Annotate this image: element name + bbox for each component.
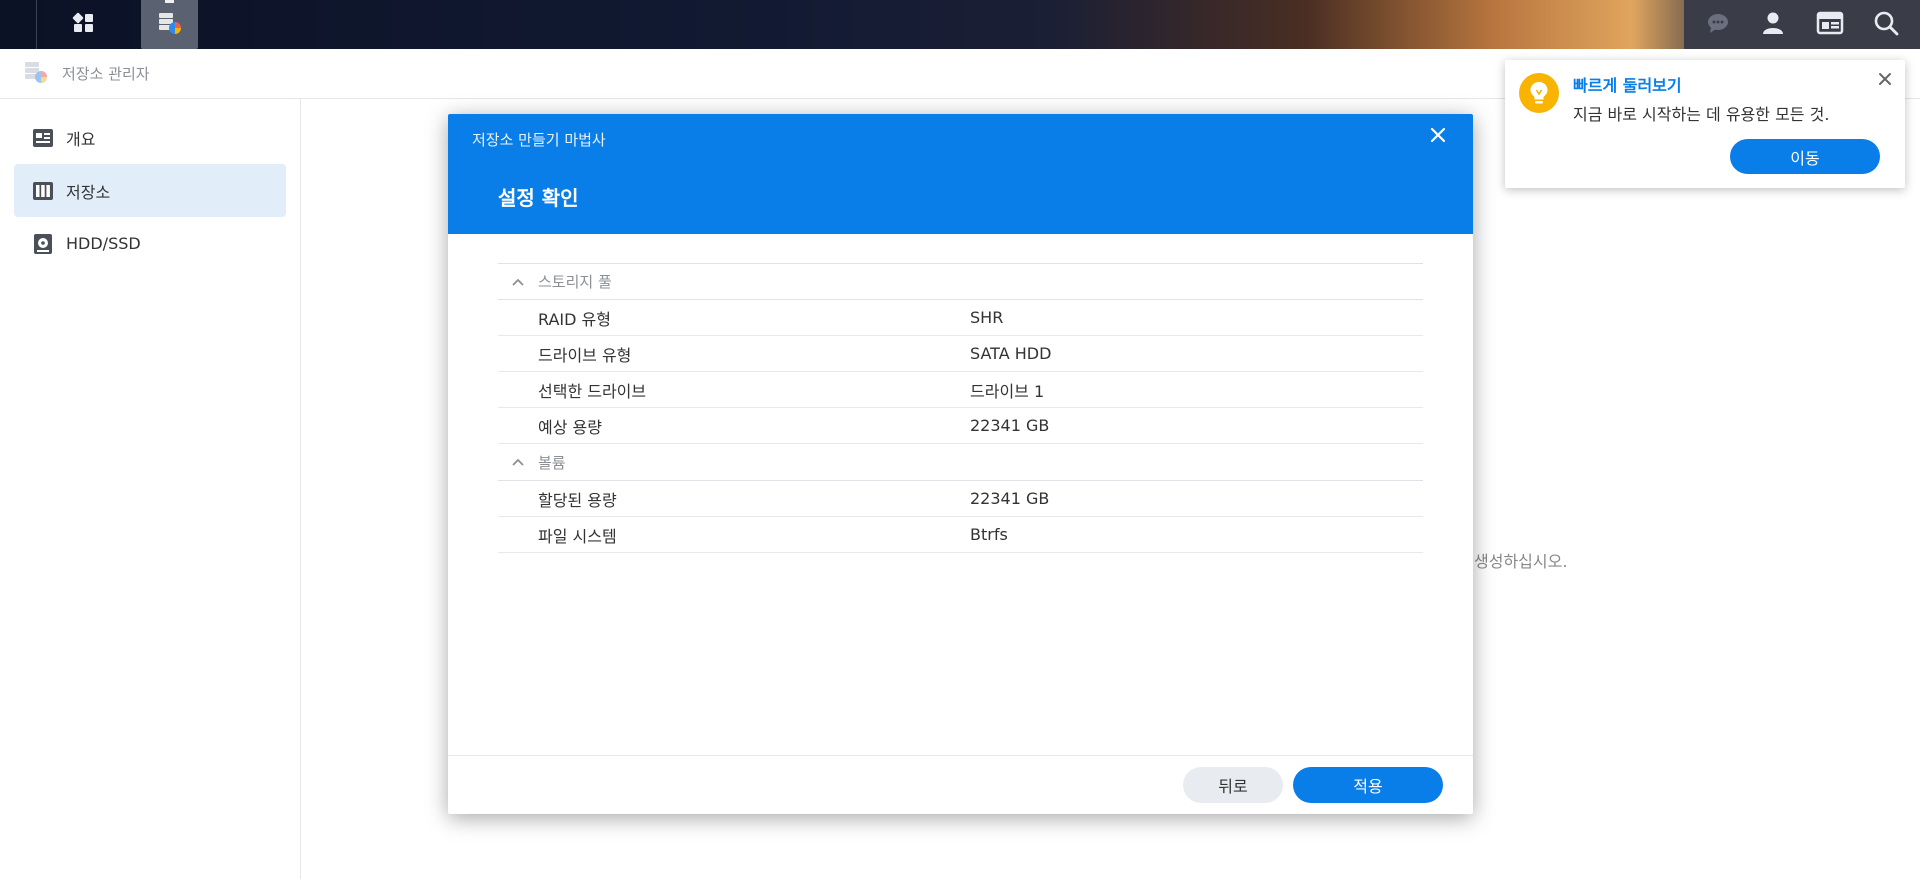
dialog-close-button[interactable]: [1427, 126, 1449, 148]
main-menu-button[interactable]: [48, 0, 120, 49]
sidebar-item-label: 저장소: [66, 182, 111, 202]
storage-manager-icon: [156, 9, 184, 41]
section-title: 스토리지 풀: [538, 273, 612, 291]
apply-button[interactable]: 적용: [1293, 767, 1443, 803]
summary-value: 드라이브 1: [970, 381, 1045, 401]
summary-row: 선택한 드라이브 드라이브 1: [498, 372, 1423, 408]
summary-row: 예상 용량 22341 GB: [498, 408, 1423, 444]
summary-value: 22341 GB: [970, 489, 1050, 508]
summary-key: RAID 유형: [538, 309, 611, 329]
storage-icon: [32, 180, 54, 202]
notification-title: 빠르게 둘러보기: [1573, 76, 1682, 95]
summary-key: 선택한 드라이브: [538, 381, 647, 401]
close-icon: [1878, 71, 1892, 90]
taskbar-storage-manager-button[interactable]: [141, 0, 198, 49]
sidebar-item-hdd-ssd[interactable]: HDD/SSD: [14, 217, 286, 270]
summary-key: 드라이브 유형: [538, 345, 632, 365]
notification-close-button[interactable]: [1875, 70, 1895, 90]
dialog-header: 저장소 만들기 마법사 설정 확인: [448, 114, 1473, 234]
section-title: 볼륨: [538, 453, 566, 472]
summary-value: SATA HDD: [970, 344, 1052, 363]
taskbar-divider: [36, 0, 37, 49]
storage-manager-icon: [22, 58, 50, 90]
summary-value: Btrfs: [970, 525, 1008, 544]
summary-value: SHR: [970, 308, 1004, 327]
close-icon: [1430, 127, 1446, 147]
hdd-icon: [32, 233, 54, 255]
chevron-up-icon: [498, 277, 538, 287]
dialog-footer: 뒤로 적용: [448, 755, 1473, 814]
section-header-storage-pool[interactable]: 스토리지 풀: [498, 263, 1423, 300]
back-button[interactable]: 뒤로: [1183, 767, 1283, 803]
sidebar-item-label: 개요: [66, 129, 96, 149]
summary-key: 예상 용량: [538, 417, 602, 437]
sidebar-item-label: HDD/SSD: [66, 234, 141, 253]
window-title: 저장소 관리자: [62, 65, 150, 83]
grid-icon: [72, 11, 96, 39]
sidebar-item-storage[interactable]: 저장소: [14, 164, 286, 217]
sidebar: 개요 저장소 HDD/SSD: [0, 99, 301, 879]
create-storage-wizard-dialog: 저장소 만들기 마법사 설정 확인 스토리지 풀 RAID 유형 SHR 드라이…: [448, 114, 1473, 814]
chat-icon[interactable]: [1705, 10, 1731, 40]
taskbar: [0, 0, 1920, 49]
go-button[interactable]: 이동: [1730, 139, 1880, 174]
summary-row: 할당된 용량 22341 GB: [498, 481, 1423, 517]
overview-icon: [32, 127, 54, 149]
summary-row: 드라이브 유형 SATA HDD: [498, 336, 1423, 372]
summary-key: 파일 시스템: [538, 526, 617, 546]
summary-value: 22341 GB: [970, 416, 1050, 435]
notification-body: 지금 바로 시작하는 데 유용한 모든 것.: [1573, 105, 1830, 124]
search-icon[interactable]: [1873, 10, 1899, 40]
summary-row: RAID 유형 SHR: [498, 300, 1423, 336]
background-hint-text: 생성하십시오.: [1474, 552, 1568, 571]
lightbulb-icon: [1519, 73, 1559, 113]
taskbar-right-tray: [1684, 0, 1920, 49]
user-icon[interactable]: [1760, 10, 1786, 40]
quick-tour-notification: 빠르게 둘러보기 지금 바로 시작하는 데 유용한 모든 것. 이동: [1505, 60, 1905, 188]
sidebar-item-overview[interactable]: 개요: [14, 111, 286, 164]
section-header-volume[interactable]: 볼륨: [498, 444, 1423, 481]
summary-row: 파일 시스템 Btrfs: [498, 517, 1423, 553]
step-title: 설정 확인: [498, 186, 579, 210]
widgets-icon[interactable]: [1816, 10, 1844, 40]
chevron-up-icon: [498, 457, 538, 467]
settings-summary: 스토리지 풀 RAID 유형 SHR 드라이브 유형 SATA HDD 선택한 …: [498, 263, 1423, 553]
wizard-title: 저장소 만들기 마법사: [472, 131, 606, 149]
summary-key: 할당된 용량: [538, 490, 617, 510]
